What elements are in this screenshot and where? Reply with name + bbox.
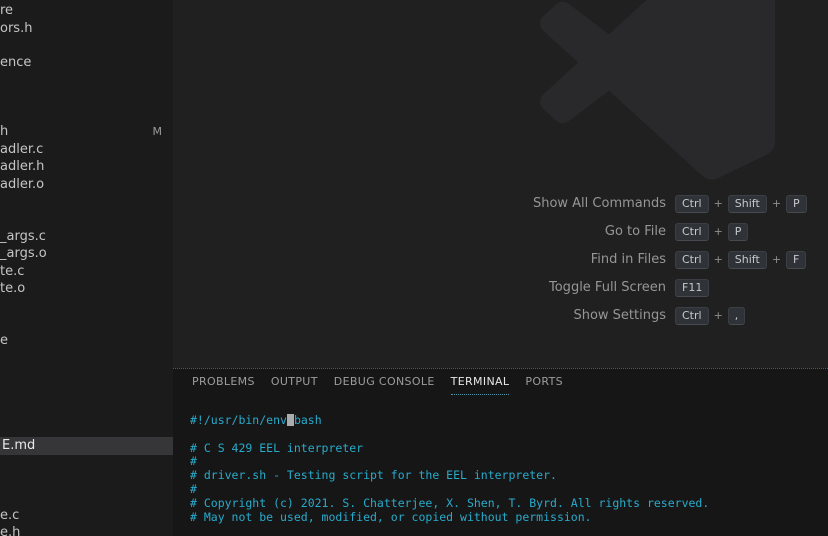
file-label: _args.c xyxy=(0,229,46,244)
explorer-sidebar: reors.hencehMadler.cadler.hadler.o_args.… xyxy=(0,0,173,536)
shortcut-row: Show Settings Ctrl +, xyxy=(173,307,828,324)
shortcut-row: Find in Files Ctrl + Shift + F xyxy=(173,251,828,268)
file-label: e.c xyxy=(0,508,19,523)
plus-separator: + xyxy=(714,225,723,238)
shortcut-keys: F11 xyxy=(675,279,709,297)
explorer-file-item[interactable]: te.o xyxy=(0,280,173,298)
shortcut-row: Show All Commands Ctrl + Shift + P xyxy=(173,195,828,212)
keycap: P xyxy=(786,195,807,213)
file-label: ence xyxy=(0,55,31,70)
git-modified-badge: M xyxy=(153,123,163,141)
vscode-window: reors.hencehMadler.cadler.hadler.o_args.… xyxy=(0,0,828,536)
keycap: Ctrl xyxy=(675,195,709,213)
terminal-line: # May not be used, modified, or copied w… xyxy=(190,511,828,525)
terminal-line: # xyxy=(190,483,828,497)
terminal-text: #!/usr/bin/env xyxy=(190,413,287,427)
plus-separator: + xyxy=(714,197,723,210)
shortcut-keys: Ctrl +, xyxy=(675,307,745,325)
keycap: Shift xyxy=(728,195,767,213)
explorer-file-item[interactable]: adler.o xyxy=(0,176,173,194)
terminal-line: #!/usr/bin/env bash xyxy=(190,414,828,428)
terminal-line: # driver.sh - Testing script for the EEL… xyxy=(190,469,828,483)
file-label: e.h xyxy=(0,525,20,536)
terminal-line: # xyxy=(190,455,828,469)
file-label: ors.h xyxy=(0,21,32,36)
panel-tab-output[interactable]: OUTPUT xyxy=(271,369,318,395)
explorer-file-item[interactable]: e.c xyxy=(0,507,173,525)
explorer-file-item[interactable]: ence xyxy=(0,54,173,72)
explorer-file-item[interactable]: adler.h xyxy=(0,158,173,176)
explorer-file-item[interactable]: te.c xyxy=(0,263,173,281)
explorer-file-item[interactable]: _args.o xyxy=(0,245,173,263)
file-label: adler.o xyxy=(0,177,44,192)
keycap: Ctrl xyxy=(675,251,709,269)
file-label: te.o xyxy=(0,281,25,296)
explorer-file-item[interactable]: e.h xyxy=(0,524,173,536)
file-label: re xyxy=(0,3,13,18)
explorer-file-item[interactable]: adler.c xyxy=(0,141,173,159)
shortcut-keys: Ctrl + Shift + P xyxy=(675,195,807,213)
terminal-output[interactable]: #!/usr/bin/env bash # C S 429 EEL interpre… xyxy=(173,395,828,524)
vscode-logo-watermark xyxy=(540,0,775,180)
shortcut-label: Find in Files xyxy=(173,252,666,267)
panel-tab-terminal[interactable]: TERMINAL xyxy=(451,369,510,395)
shortcut-label: Toggle Full Screen xyxy=(173,280,666,295)
shortcut-label: Show All Commands xyxy=(173,196,666,211)
shortcut-label: Go to File xyxy=(173,224,666,239)
shortcut-keys: Ctrl + P xyxy=(675,223,748,241)
plus-separator: + xyxy=(772,197,781,210)
keycap: , xyxy=(728,307,746,325)
panel-tab-ports[interactable]: PORTS xyxy=(525,369,563,395)
panel-tab-problems[interactable]: PROBLEMS xyxy=(192,369,255,395)
file-label: _args.o xyxy=(0,246,47,261)
keycap: Ctrl xyxy=(675,307,709,325)
file-label: adler.h xyxy=(0,159,44,174)
keycap: F xyxy=(786,251,806,269)
panel-tab-debug-console[interactable]: DEBUG CONSOLE xyxy=(334,369,435,395)
shortcut-row: Toggle Full Screen F11 xyxy=(173,279,828,296)
file-label: e xyxy=(0,333,8,348)
explorer-file-item[interactable]: ors.h xyxy=(0,20,173,38)
file-label: h xyxy=(0,124,8,139)
explorer-file-item[interactable]: hM xyxy=(0,123,173,141)
explorer-file-item[interactable]: E.md xyxy=(0,437,173,455)
editor-area: Show All Commands Ctrl + Shift + P Go to File C… xyxy=(173,0,828,368)
shortcut-row: Go to File Ctrl + P xyxy=(173,223,828,240)
watermark-shortcuts: Show All Commands Ctrl + Shift + P Go to File C… xyxy=(173,195,828,335)
terminal-line: # C S 429 EEL interpreter xyxy=(190,442,828,456)
shortcut-label: Show Settings xyxy=(173,308,666,323)
plus-separator: + xyxy=(772,253,781,266)
file-label: te.c xyxy=(0,264,24,279)
bottom-panel: PROBLEMS OUTPUT DEBUG CONSOLE TERMINAL PORTS… xyxy=(173,368,828,536)
file-label: adler.c xyxy=(0,142,43,157)
file-label: E.md xyxy=(0,438,35,453)
panel-tab-bar: PROBLEMS OUTPUT DEBUG CONSOLE TERMINAL PORTS xyxy=(173,369,828,395)
shortcut-keys: Ctrl + Shift + F xyxy=(675,251,806,269)
keycap: Shift xyxy=(728,251,767,269)
explorer-file-item[interactable]: e xyxy=(0,332,173,350)
plus-separator: + xyxy=(714,309,723,322)
terminal-text: bash xyxy=(294,413,322,427)
plus-separator: + xyxy=(714,253,723,266)
terminal-line: # Copyright (c) 2021. S. Chatterjee, X. … xyxy=(190,497,828,511)
terminal-cursor xyxy=(287,414,294,426)
explorer-file-item[interactable]: _args.c xyxy=(0,228,173,246)
keycap: P xyxy=(728,223,749,241)
explorer-file-item[interactable]: re xyxy=(0,2,173,20)
keycap: Ctrl xyxy=(675,223,709,241)
terminal-line xyxy=(190,428,828,442)
keycap: F11 xyxy=(675,279,709,297)
